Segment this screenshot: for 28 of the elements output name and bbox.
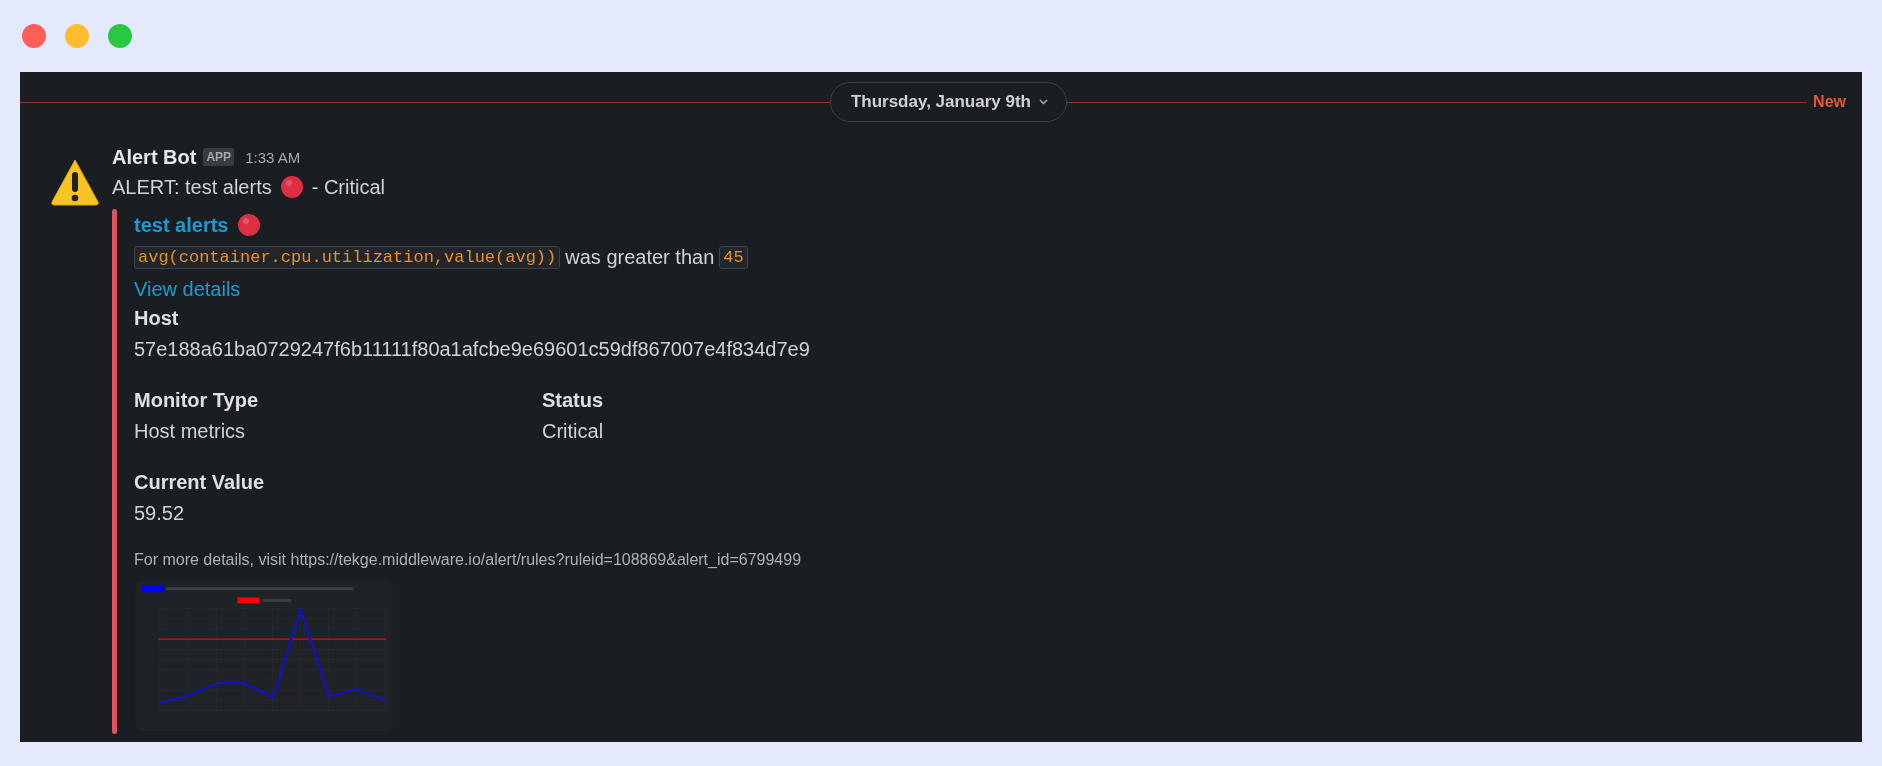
status-dot-icon: [236, 213, 261, 237]
code-snippet: 45: [719, 245, 748, 269]
field-value: 57e188a61ba0729247f6b11111f80a1afcbe9e69601c59df867007e4f834d7e9: [134, 338, 811, 361]
date-divider-button[interactable]: Thursday, January 9th: [829, 82, 1067, 122]
attachment-title[interactable]: test alerts: [134, 213, 229, 237]
app-badge: APP: [203, 148, 235, 166]
chevron-down-icon: [1039, 99, 1048, 105]
zoom-window-button[interactable]: [108, 24, 132, 48]
warning-icon: [50, 157, 100, 207]
footer-text: For more details, visit https://tekge.middleware.io/alert/rules?ruleid=108869&alert_id=6799499: [134, 551, 803, 569]
field-value: Host metrics: [134, 420, 247, 443]
close-window-button[interactable]: [22, 24, 46, 48]
field-title: Current Value: [134, 471, 266, 494]
field-value: Critical: [542, 420, 605, 443]
status-dot-icon: [279, 175, 304, 199]
new-messages-label: New: [1813, 93, 1846, 111]
message-text: ALERT: test alerts: [112, 175, 272, 199]
condition-text: was greater than: [565, 245, 715, 269]
minimize-window-button[interactable]: [65, 24, 89, 48]
field-value: 59.52: [134, 502, 186, 525]
message-time[interactable]: 1:33 AM: [245, 148, 301, 166]
message-text: - Critical: [311, 175, 386, 199]
field-title: Status: [542, 389, 605, 412]
field-title: Monitor Type: [134, 389, 260, 412]
sender-name[interactable]: Alert Bot: [112, 145, 197, 169]
field-title: Host: [134, 307, 180, 330]
view-details-link[interactable]: View details: [134, 273, 1342, 305]
code-snippet: avg(container.cpu.utilization,value(avg)): [134, 245, 561, 269]
